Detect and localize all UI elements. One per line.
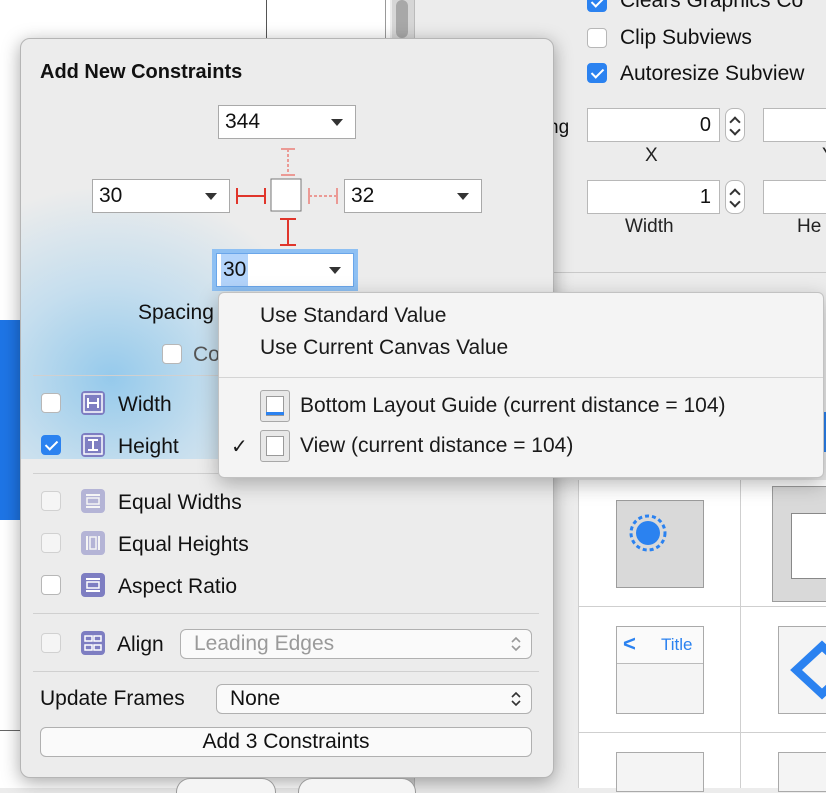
diamond-icon	[790, 640, 826, 700]
align-popup-value: Leading Edges	[194, 632, 335, 655]
trailing-spacing-value[interactable]: 32	[351, 180, 374, 212]
aspect-ratio-checkbox[interactable]	[41, 575, 61, 595]
spacing-dropdown-menu: Use Standard Value Use Current Canvas Va…	[218, 292, 824, 478]
activity-indicator-tile[interactable]	[616, 500, 704, 588]
activity-indicator-icon	[629, 514, 667, 552]
view-tile-icon	[791, 513, 826, 579]
guide-bar	[266, 412, 284, 415]
constrain-margins-checkbox[interactable]	[162, 344, 182, 364]
x-stepper[interactable]	[725, 108, 745, 142]
view-square	[270, 178, 302, 212]
scrollbar-thumb[interactable]	[396, 0, 408, 38]
separator	[33, 613, 539, 614]
constrain-margins-label: Co	[193, 343, 220, 366]
width-stepper[interactable]	[725, 180, 745, 214]
bottom-constraint-ibeam[interactable]	[280, 218, 296, 246]
thumbnail-inner	[266, 436, 284, 456]
grid-line	[578, 732, 826, 733]
gesture-tile[interactable]	[778, 626, 826, 714]
menu-separator	[219, 377, 823, 378]
equal-heights-checkbox[interactable]	[41, 533, 61, 553]
checkmark-icon: ✓	[231, 436, 248, 458]
chevron-down-icon[interactable]	[457, 193, 469, 200]
equal-heights-icon	[81, 531, 105, 555]
y-field[interactable]	[763, 108, 826, 142]
align-popup[interactable]: Leading Edges	[180, 629, 532, 659]
height-field[interactable]	[763, 180, 826, 214]
clip-subviews-label: Clip Subviews	[620, 26, 752, 49]
aspect-ratio-icon	[81, 573, 105, 597]
trailing-constraint-ibeam[interactable]	[308, 188, 338, 204]
clip-subviews-checkbox[interactable]	[587, 28, 607, 48]
equal-widths-icon	[81, 489, 105, 513]
add-constraints-button[interactable]: Add 3 Constraints	[40, 727, 532, 757]
library-tile[interactable]	[778, 752, 826, 792]
update-frames-label: Update Frames	[40, 687, 185, 710]
canvas-line	[266, 0, 267, 40]
x-field[interactable]: 0	[587, 108, 720, 142]
menu-item-view[interactable]: View (current distance = 104)	[300, 434, 573, 458]
leading-constraint-ibeam[interactable]	[236, 188, 266, 204]
canvas-bottom-line	[0, 730, 20, 731]
leading-spacing-value[interactable]: 30	[99, 180, 122, 212]
align-icon	[81, 631, 105, 655]
height-label: Height	[118, 435, 179, 458]
menu-item-standard-value[interactable]: Use Standard Value	[260, 304, 446, 328]
width-field[interactable]: 1	[587, 180, 720, 214]
update-frames-popup[interactable]: None	[216, 684, 532, 714]
separator	[33, 671, 539, 672]
autoresize-subviews-label: Autoresize Subview	[620, 62, 805, 85]
navigation-bar-tile[interactable]: < Title	[616, 626, 704, 714]
chevron-left-icon: <	[623, 631, 636, 656]
height-label: He	[797, 216, 822, 237]
bottom-bar-button[interactable]	[298, 778, 416, 793]
spacing-label: Spacing	[138, 301, 214, 324]
constraint-diagram	[236, 148, 338, 246]
top-spacing-combo[interactable]: 344	[218, 105, 356, 139]
trailing-spacing-combo[interactable]: 32	[344, 179, 482, 213]
top-spacing-value[interactable]: 344	[225, 106, 260, 138]
height-constraint-icon	[81, 433, 105, 457]
leading-spacing-combo[interactable]: 30	[92, 179, 230, 213]
library-tile[interactable]	[616, 752, 704, 792]
autoresize-subviews-checkbox[interactable]	[587, 63, 607, 83]
width-label: Width	[118, 393, 172, 416]
updown-arrows-icon	[511, 636, 521, 652]
selection-highlight	[0, 320, 20, 520]
inspector-section-line	[552, 272, 826, 273]
x-label: X	[645, 145, 658, 166]
height-checkbox[interactable]	[41, 435, 61, 455]
menu-item-bottom-layout-guide[interactable]: Bottom Layout Guide (current distance = …	[300, 394, 726, 418]
updown-arrows-icon	[511, 691, 521, 707]
layout-guide-thumbnail-icon	[260, 390, 290, 422]
grid-line	[578, 480, 579, 788]
view-thumbnail-icon	[260, 430, 290, 462]
aspect-ratio-label: Aspect Ratio	[118, 575, 238, 598]
chevron-down-icon[interactable]	[331, 119, 343, 126]
width-constraint-icon	[81, 391, 105, 415]
equal-widths-label: Equal Widths	[118, 491, 242, 514]
canvas-border	[385, 0, 386, 40]
chevron-down-icon[interactable]	[329, 267, 341, 274]
chevron-down-icon[interactable]	[205, 193, 217, 200]
width-label: Width	[625, 216, 674, 237]
y-label: Y	[822, 145, 826, 167]
nav-title-label: Title	[661, 635, 693, 654]
menu-item-canvas-value[interactable]: Use Current Canvas Value	[260, 336, 508, 360]
view-tile[interactable]	[772, 486, 826, 602]
equal-heights-label: Equal Heights	[118, 533, 249, 556]
width-checkbox[interactable]	[41, 393, 61, 413]
bottom-bar-button[interactable]	[176, 778, 276, 793]
align-checkbox[interactable]	[41, 633, 61, 653]
clears-graphics-label: Clears Graphics Co	[620, 0, 804, 12]
align-label: Align	[117, 633, 164, 656]
grid-line	[578, 606, 826, 607]
equal-widths-checkbox[interactable]	[41, 491, 61, 511]
clears-graphics-checkbox[interactable]	[587, 0, 607, 12]
grid-line	[740, 480, 741, 788]
popover-title: Add New Constraints	[40, 61, 243, 83]
update-frames-value: None	[230, 687, 281, 710]
